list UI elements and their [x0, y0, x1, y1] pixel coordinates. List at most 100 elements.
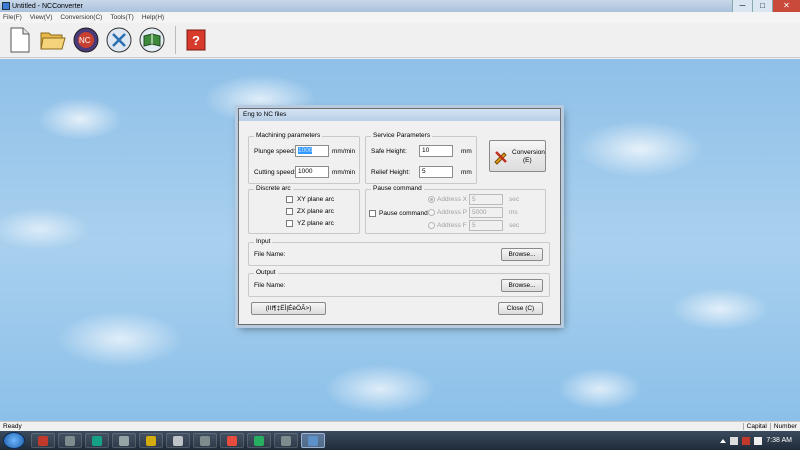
- nc-convert-button[interactable]: NC: [72, 26, 100, 54]
- address-p-unit: ms: [509, 209, 518, 216]
- cutting-speed-label: Cutting speed:: [254, 169, 296, 176]
- address-p-input[interactable]: 5000: [469, 207, 503, 218]
- plunge-speed-unit: mm/min: [332, 148, 356, 155]
- taskbar: 7:38 AM: [0, 431, 800, 450]
- number-indicator: Number: [769, 423, 800, 430]
- machining-legend: Machining parameters: [254, 132, 323, 139]
- address-f-radio[interactable]: [428, 222, 435, 229]
- address-f-input[interactable]: 5: [469, 220, 503, 231]
- address-f-label: Address F: [437, 222, 467, 229]
- toolbar: NC ?: [0, 23, 800, 58]
- network-icon[interactable]: [730, 436, 739, 445]
- close-dialog-button[interactable]: Close (C): [498, 302, 543, 315]
- app-icon: [308, 435, 318, 446]
- menu-help[interactable]: Help(H): [142, 14, 164, 21]
- app-icon: [173, 435, 183, 446]
- help-icon: ?: [186, 29, 206, 51]
- output-browse-button[interactable]: Browse...: [501, 279, 543, 292]
- app-icon: [254, 435, 264, 446]
- safe-height-input[interactable]: 10: [419, 145, 453, 157]
- input-browse-button[interactable]: Browse...: [501, 248, 543, 261]
- taskbar-item[interactable]: [85, 433, 109, 448]
- taskbar-item[interactable]: [220, 433, 244, 448]
- pause-command-checkbox[interactable]: [369, 210, 376, 217]
- taskbar-item[interactable]: [139, 433, 163, 448]
- open-file-button[interactable]: [39, 26, 67, 54]
- svg-text:?: ?: [192, 33, 200, 48]
- relief-height-label: Relief Height:: [371, 169, 411, 176]
- taskbar-item[interactable]: [193, 433, 217, 448]
- app-icon: [38, 435, 48, 446]
- status-text: Ready: [3, 423, 22, 430]
- safe-height-unit: mm: [461, 148, 472, 155]
- taskbar-item[interactable]: [247, 433, 271, 448]
- capital-indicator: Capital: [742, 423, 770, 430]
- book-button[interactable]: [138, 26, 166, 54]
- book-icon: [139, 27, 165, 53]
- clock[interactable]: 7:38 AM: [766, 437, 792, 444]
- relief-height-input[interactable]: 5: [419, 166, 453, 178]
- input-legend: Input: [254, 238, 273, 245]
- toolbar-separator: [175, 26, 176, 54]
- minimize-button[interactable]: ─: [732, 0, 752, 12]
- nc-convert-icon: NC: [73, 27, 99, 53]
- plunge-speed-input[interactable]: 1000: [295, 145, 329, 157]
- taskbar-item[interactable]: [166, 433, 190, 448]
- svg-text:NC: NC: [79, 36, 91, 45]
- app-icon: [227, 435, 237, 446]
- menu-conversion[interactable]: Conversion(C): [60, 14, 102, 21]
- tray-arrow-icon[interactable]: [720, 438, 727, 443]
- menu-tools[interactable]: Tools(T): [110, 14, 133, 21]
- security-icon[interactable]: [742, 436, 751, 445]
- system-tray: 7:38 AM: [720, 436, 800, 445]
- app-icon: [281, 435, 291, 446]
- conversion-label: Conversion: [512, 149, 545, 156]
- conversion-button[interactable]: Conversion (E): [489, 140, 546, 172]
- cutting-speed-input[interactable]: 1000: [295, 166, 329, 178]
- taskbar-item[interactable]: [274, 433, 298, 448]
- window-controls: ─ □ ✕: [732, 0, 800, 12]
- menu-bar: File(F) View(V) Conversion(C) Tools(T) H…: [0, 12, 800, 23]
- discrete-arc-legend: Discrete arc: [254, 185, 293, 192]
- start-button[interactable]: [3, 432, 25, 449]
- new-file-icon: [10, 27, 30, 53]
- safe-height-label: Safe Height:: [371, 148, 407, 155]
- menu-file[interactable]: File(F): [3, 14, 22, 21]
- xy-plane-arc-checkbox[interactable]: [286, 196, 293, 203]
- output-legend: Output: [254, 269, 278, 276]
- help-button[interactable]: ?: [182, 26, 210, 54]
- address-x-label: Address X: [437, 196, 467, 203]
- menu-view[interactable]: View(V): [30, 14, 53, 21]
- volume-icon[interactable]: [754, 436, 763, 445]
- pencil-ruler-icon: [494, 151, 507, 165]
- dxf-button[interactable]: [105, 26, 133, 54]
- input-file-name-label: File Name:: [254, 251, 286, 258]
- zx-plane-arc-checkbox[interactable]: [286, 208, 293, 215]
- xy-plane-arc-label: XY plane arc: [297, 196, 335, 203]
- maximize-button[interactable]: □: [752, 0, 772, 12]
- address-p-label: Address P: [437, 209, 467, 216]
- plunge-speed-label: Plunge speed:: [254, 148, 296, 155]
- settings-button[interactable]: (III¶‡ËÌ|ÉèÖÃ>): [251, 302, 326, 315]
- address-x-radio[interactable]: [428, 196, 435, 203]
- output-file-name-label: File Name:: [254, 282, 286, 289]
- address-x-unit: sec: [509, 196, 520, 203]
- taskbar-item[interactable]: [112, 433, 136, 448]
- app-icon: [200, 435, 210, 446]
- taskbar-item[interactable]: [31, 433, 55, 448]
- plunge-speed-value: 1000: [298, 147, 313, 154]
- taskbar-items: [31, 433, 328, 448]
- close-window-button[interactable]: ✕: [772, 0, 800, 12]
- yz-plane-arc-label: YZ plane arc: [297, 220, 334, 227]
- new-file-button[interactable]: [6, 26, 34, 54]
- taskbar-item-ncconverter[interactable]: [301, 433, 325, 448]
- dialog-title: Eng to NC files: [239, 109, 560, 121]
- address-p-radio[interactable]: [428, 209, 435, 216]
- pause-command-legend: Pause command: [371, 185, 424, 192]
- yz-plane-arc-checkbox[interactable]: [286, 220, 293, 227]
- address-f-unit: sec: [509, 222, 520, 229]
- address-x-input[interactable]: 5: [469, 194, 503, 205]
- app-icon: [146, 435, 156, 446]
- window-title-bar: Untitled - NCConverter ─ □ ✕: [0, 0, 800, 12]
- taskbar-item[interactable]: [58, 433, 82, 448]
